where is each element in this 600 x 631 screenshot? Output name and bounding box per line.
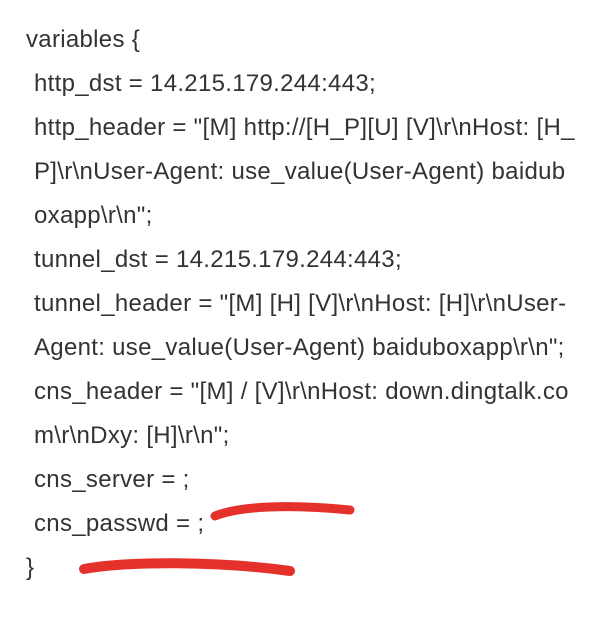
code-line: cns_server = ; [26, 458, 578, 502]
code-screenshot: variables { http_dst = 14.215.179.244:44… [0, 0, 600, 631]
code-line: http_header = "[M] http://[H_P][U] [V]\r… [26, 106, 578, 238]
code-line: cns_passwd = ; [26, 502, 578, 546]
code-line: } [26, 546, 578, 590]
code-line: tunnel_header = "[M] [H] [V]\r\nHost: [H… [26, 282, 578, 458]
code-line: http_dst = 14.215.179.244:443; [26, 62, 578, 106]
code-line: tunnel_dst = 14.215.179.244:443; [26, 238, 578, 282]
code-block: variables { http_dst = 14.215.179.244:44… [26, 18, 578, 590]
code-line: variables { [26, 18, 578, 62]
